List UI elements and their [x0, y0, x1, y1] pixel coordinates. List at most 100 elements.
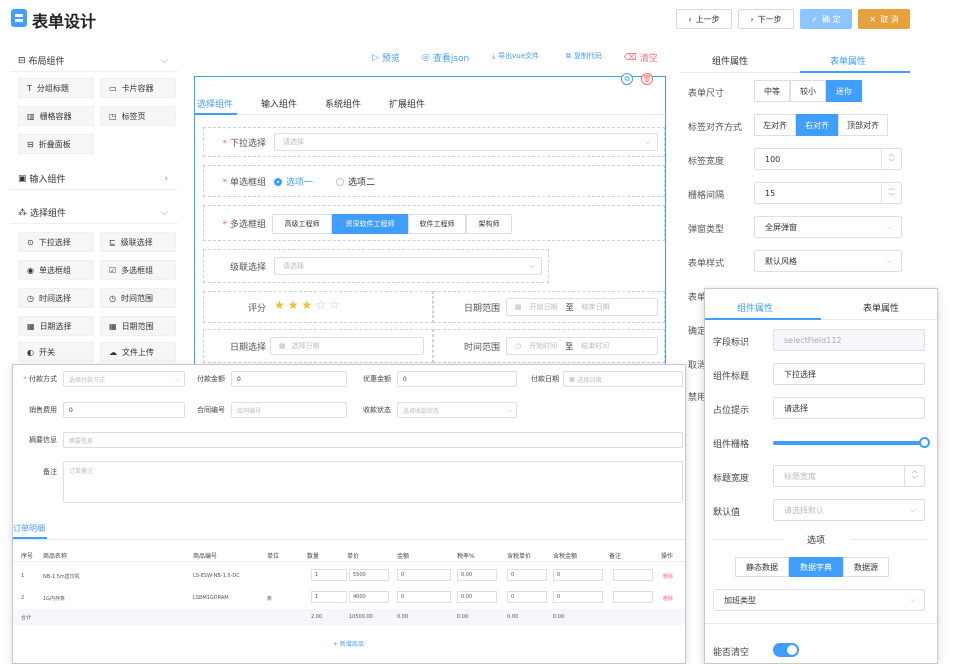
star-filled-icon[interactable]: ★	[288, 298, 299, 312]
size-option-medium[interactable]: 中等	[754, 80, 790, 102]
palette-item-tabs[interactable]: ◳ 标签页	[100, 106, 176, 126]
form-item-select[interactable]: * 下拉选择 请选择 ⌵	[203, 127, 665, 157]
checkbox-button-3[interactable]: 软件工程师	[408, 214, 466, 234]
form-item-date[interactable]: 日期选择 ▦ 选择日期	[203, 329, 433, 363]
next-button[interactable]: › 下一步	[738, 9, 794, 29]
tab-component-props[interactable]: 组件属性	[712, 54, 748, 67]
palette-item-group-title[interactable]: T 分组标题	[18, 78, 94, 98]
checkbox-button-2[interactable]: 资深软件工程师	[332, 214, 408, 234]
pay-method-select[interactable]: 选择付款方式 ⌵	[63, 371, 185, 387]
checkbox-button-4[interactable]: 架构师	[466, 214, 512, 234]
table-cell-input[interactable]: 0	[397, 591, 451, 603]
table-cell-input[interactable]: 4000	[349, 591, 389, 603]
detail-tab[interactable]: 订单明细	[13, 523, 45, 534]
daterange-input[interactable]: ▦ 开始日期至结束日期	[506, 298, 658, 316]
pay-date-input[interactable]: ▦ 选择日期	[563, 371, 683, 387]
dict-type-select[interactable]: 加班类型 ⌵	[713, 589, 925, 611]
source-dict-option[interactable]: 数据字典	[789, 557, 843, 577]
clearable-toggle[interactable]	[773, 643, 799, 657]
table-cell-input[interactable]: 0	[553, 569, 603, 581]
palette-item-switch[interactable]: ◐ 开关	[18, 342, 94, 362]
tab-form-props[interactable]: 表单属性	[830, 54, 866, 67]
component-title-input[interactable]: 下拉选择	[773, 363, 925, 385]
radio-option-2[interactable]: 选项二	[336, 175, 375, 188]
delete-row-button[interactable]: 删除	[663, 573, 673, 580]
dialog-type-select[interactable]: 全屏弹窗 ⌵	[754, 216, 902, 238]
star-empty-icon[interactable]: ☆	[315, 298, 326, 312]
checkbox-button-1[interactable]: 高级工程师	[272, 214, 332, 234]
palette-item-date-range[interactable]: ▦ 日期范围	[100, 316, 176, 336]
cascader-input[interactable]: 请选择 ⌵	[274, 257, 542, 275]
align-left-option[interactable]: 左对齐	[754, 114, 796, 136]
confirm-button[interactable]: ✓ 确 定	[800, 9, 852, 29]
label-width-input[interactable]: 标题宽度 ︿ ﹀	[773, 465, 925, 487]
palette-item-date[interactable]: ▦ 日期选择	[18, 316, 94, 336]
stepper-icon[interactable]: ︿ ﹀	[904, 466, 924, 486]
star-filled-icon[interactable]: ★	[274, 298, 285, 312]
table-cell-input[interactable]: 0	[397, 569, 451, 581]
rate-stars[interactable]: ★ ★ ★ ☆ ☆	[274, 298, 340, 312]
palette-item-radio[interactable]: ◉ 单选框组	[18, 260, 94, 280]
palette-item-cascader[interactable]: ⊑ 级联选择	[100, 232, 176, 252]
palette-item-upload[interactable]: ☁ 文件上传	[100, 342, 176, 362]
cancel-button[interactable]: ✕ 取 消	[858, 9, 910, 29]
field-id-input[interactable]: selectField112	[773, 329, 925, 351]
date-input[interactable]: ▦ 选择日期	[270, 337, 424, 355]
star-empty-icon[interactable]: ☆	[329, 298, 340, 312]
size-option-small[interactable]: 较小	[790, 80, 826, 102]
form-item-radio[interactable]: * 单选框组 选项一 选项二	[203, 165, 665, 197]
star-filled-icon[interactable]: ★	[302, 298, 313, 312]
table-cell-input[interactable]: 0.00	[457, 569, 497, 581]
delete-row-button[interactable]: 删除	[663, 595, 673, 602]
palette-item-time-range[interactable]: ◷ 时间范围	[100, 288, 176, 308]
add-item-button[interactable]: + 新增商品	[333, 639, 364, 648]
tab-system[interactable]: 系统组件	[325, 97, 361, 110]
preview-button[interactable]: ▷ 预览	[372, 51, 400, 65]
form-canvas[interactable]: ⧉ 🗑 选择组件 输入组件 系统组件 扩展组件 * 下拉选择 请选择 ⌵ * 单选…	[194, 73, 666, 366]
receipt-status-select[interactable]: 选择收款状态 ⌵	[397, 402, 517, 418]
export-vue-button[interactable]: ⤓ 导出vue文件	[492, 51, 539, 61]
discount-input[interactable]: 0	[397, 371, 517, 387]
align-top-option[interactable]: 顶部对齐	[838, 114, 888, 136]
table-cell-input[interactable]: 0	[553, 591, 603, 603]
table-cell-input[interactable]: 0	[507, 569, 547, 581]
default-value-select[interactable]: 请选择默认 ⌵	[773, 499, 925, 521]
source-datasource-option[interactable]: 数据源	[843, 557, 889, 577]
palette-item-time[interactable]: ◷ 时间选择	[18, 288, 94, 308]
stepper-icon[interactable]: ︿ ﹀	[881, 183, 901, 203]
summary-input[interactable]: 摘要信息	[63, 432, 683, 448]
clear-button[interactable]: ⌫ 清空	[624, 51, 658, 65]
pay-amount-input[interactable]: 0	[231, 371, 347, 387]
form-style-select[interactable]: 默认风格 ⌵	[754, 250, 902, 272]
radio-option-1[interactable]: 选项一	[274, 175, 313, 188]
form-item-checkbox[interactable]: * 多选框组 高级工程师 资深软件工程师 软件工程师 架构师	[203, 205, 665, 241]
view-json-button[interactable]: ◎ 查看json	[422, 51, 469, 65]
delete-icon[interactable]: 🗑	[641, 73, 653, 85]
placeholder-input[interactable]: 请选择	[773, 397, 925, 419]
table-cell-input[interactable]: 5500	[349, 569, 389, 581]
copy-code-button[interactable]: ⧉ 复制代码	[566, 51, 602, 61]
source-static-option[interactable]: 静态数据	[735, 557, 789, 577]
form-item-timerange[interactable]: 时间范围 ◷ 开始时间至结束时间	[433, 329, 665, 363]
tab-select[interactable]: 选择组件	[197, 97, 233, 110]
grid-span-slider[interactable]	[773, 441, 925, 445]
sales-fee-input[interactable]: 0	[63, 402, 185, 418]
tab-extend[interactable]: 扩展组件	[389, 97, 425, 110]
prev-button[interactable]: ‹ 上一步	[676, 9, 732, 29]
tab-component-props[interactable]: 组件属性	[737, 301, 773, 314]
remark-textarea[interactable]: 订单备注	[63, 461, 683, 503]
table-cell-input[interactable]: 0	[507, 591, 547, 603]
tab-form-props[interactable]: 表单属性	[863, 301, 899, 314]
palette-group-layout[interactable]: ⊟ 布局组件 ⌵	[10, 50, 178, 72]
palette-group-input[interactable]: ▣ 输入组件 ›	[10, 168, 178, 190]
select-input[interactable]: 请选择 ⌵	[274, 133, 658, 151]
stepper-icon[interactable]: ︿ ﹀	[881, 149, 901, 169]
table-cell-input[interactable]: 0.00	[457, 591, 497, 603]
palette-item-checkbox[interactable]: ☑ 多选框组	[100, 260, 176, 280]
timerange-input[interactable]: ◷ 开始时间至结束时间	[506, 337, 658, 355]
label-width-input[interactable]: 100 ︿ ﹀	[754, 148, 902, 170]
form-item-cascader[interactable]: 级联选择 请选择 ⌵	[203, 249, 549, 283]
size-option-mini[interactable]: 迷你	[826, 80, 862, 102]
palette-item-grid[interactable]: ▥ 栅格容器	[18, 106, 94, 126]
table-cell-input[interactable]	[613, 569, 653, 581]
